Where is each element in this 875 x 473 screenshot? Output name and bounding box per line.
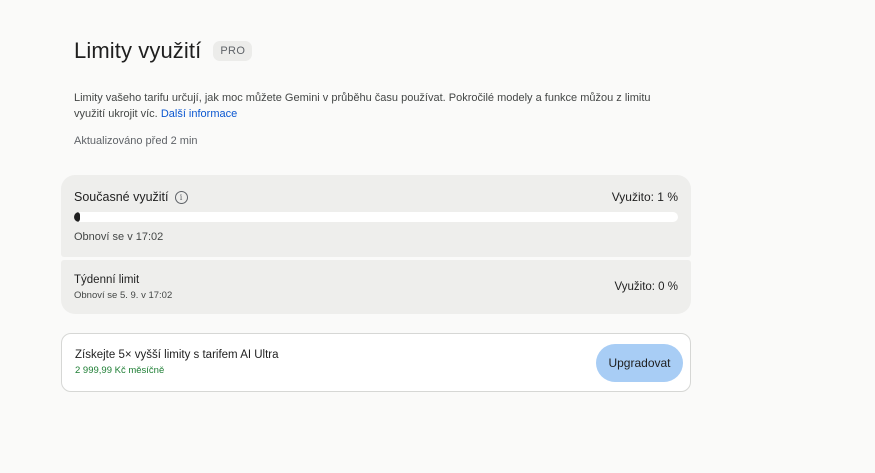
page-header: Limity využití PRO — [74, 36, 694, 66]
page-title: Limity využití — [74, 38, 202, 63]
current-usage-header: Současné využití i Využito: 1 % — [74, 190, 678, 204]
weekly-limit-value: Využito: 0 % — [614, 281, 679, 293]
upgrade-price: 2 999,99 Kč měsíčně — [75, 365, 165, 376]
last-updated-text: Aktualizováno před 2 min — [74, 135, 198, 147]
learn-more-link[interactable]: Další informace — [161, 108, 237, 120]
info-icon[interactable]: i — [174, 190, 188, 204]
current-usage-card: Současné využití i Využito: 1 % Obnoví s… — [61, 175, 691, 257]
plan-badge: PRO — [213, 41, 253, 61]
current-usage-label: Současné využití — [74, 190, 169, 204]
weekly-limit-reset-text: Obnoví se 5. 9. v 17:02 — [74, 290, 173, 301]
current-usage-reset-text: Obnoví se v 17:02 — [74, 231, 164, 243]
current-usage-progress-fill — [74, 212, 81, 222]
current-usage-value: Využito: 1 % — [611, 190, 678, 204]
limits-description: Limity vašeho tarifu určují, jak moc můž… — [74, 91, 674, 122]
upgrade-title: Získejte 5× vyšší limity s tarifem AI Ul… — [75, 349, 279, 361]
upgrade-card: Získejte 5× vyšší limity s tarifem AI Ul… — [61, 333, 691, 392]
upgrade-button[interactable]: Upgradovat — [596, 344, 683, 382]
current-usage-label-group: Současné využití i — [74, 190, 188, 204]
weekly-limit-card: Týdenní limit Obnoví se 5. 9. v 17:02 Vy… — [61, 260, 691, 314]
weekly-limit-label: Týdenní limit — [74, 274, 140, 286]
current-usage-progress-bar — [74, 212, 678, 222]
title-row: Limity využití PRO — [74, 36, 694, 66]
